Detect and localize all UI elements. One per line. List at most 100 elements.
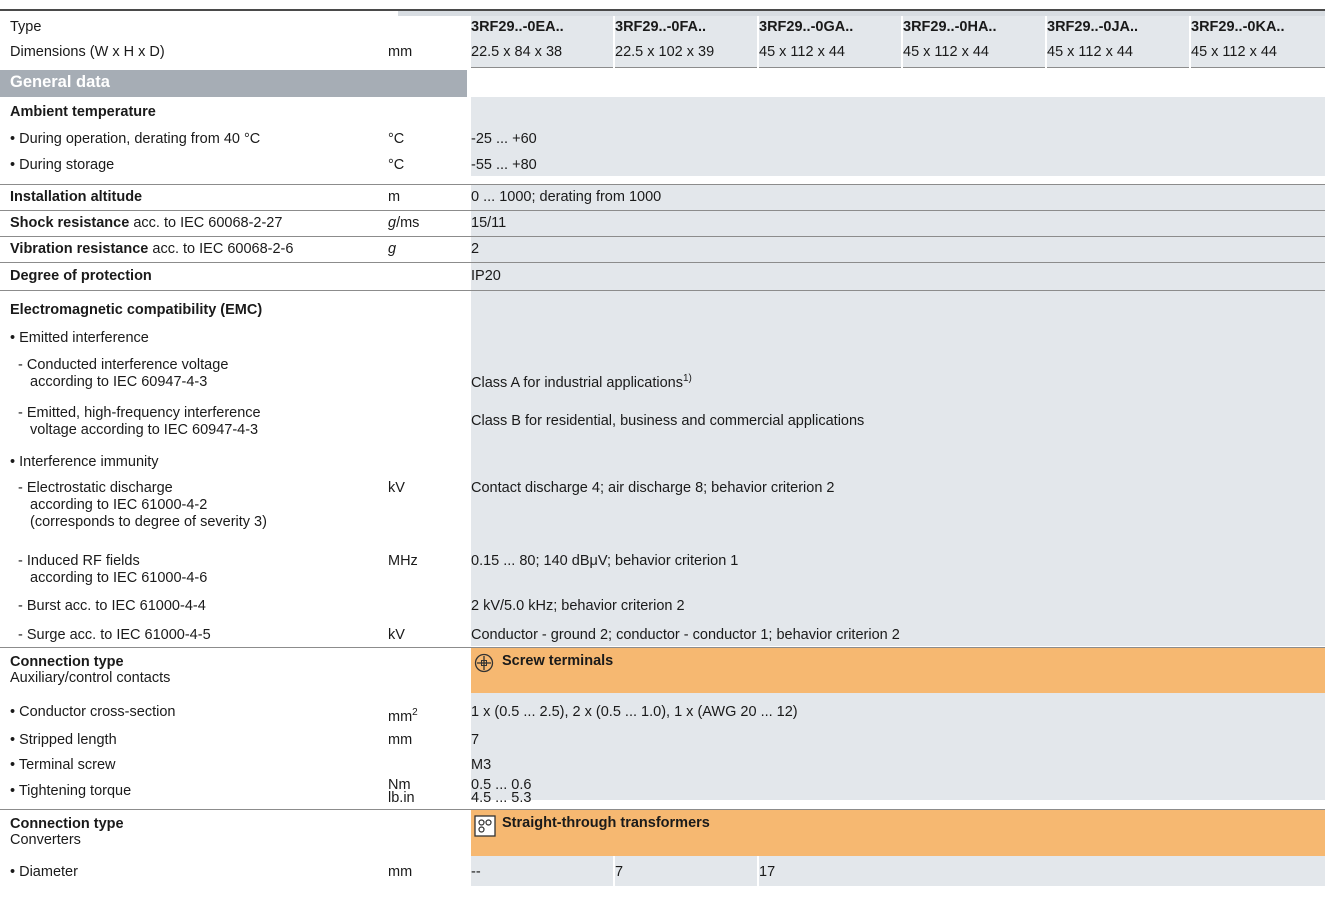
cross-section-unit: mm2 [388,704,418,726]
shock-value: 15/11 [471,215,507,231]
storage-temp-value: -55 ... +80 [471,157,537,173]
esd-label-3: (corresponds to degree of severity 3) [30,514,267,530]
diameter-unit: mm [388,864,413,880]
stripped-length-label: • Stripped length [10,732,117,748]
cross-section-unit-text: mm [388,709,413,725]
rf-label-2: according to IEC 61000-4-6 [30,570,208,586]
dimension-value: 45 x 112 x 44 [1191,44,1277,60]
protection-row: IP20 Degree of protection [0,262,1325,290]
screw-terminals-label: Screw terminals [502,653,614,669]
torque-unit-lbin: lb.in [388,790,415,806]
transformers-banner: Straight-through transformers [471,810,1325,856]
cross-section-label: • Conductor cross-section [10,704,176,720]
dimension-value: 45 x 112 x 44 [903,44,989,60]
ambient-temperature-title: Ambient temperature [10,104,156,120]
type-name: 3RF29..-0HA.. [903,19,997,35]
footnote-marker: 1) [682,373,692,384]
dimensions-unit: mm [388,44,413,60]
altitude-unit: m [388,189,401,205]
vibration-label: Vibration resistance acc. to IEC 60068-2… [10,241,293,258]
shock-unit-rest: /ms [396,215,420,231]
transformers-label: Straight-through transformers [502,815,710,831]
rf-value: 0.15 ... 80; 140 dBμV; behavior criterio… [471,553,739,569]
esd-label-2: according to IEC 61000-4-2 [30,497,208,513]
vibration-label-rest: acc. to IEC 60068-2-6 [148,241,294,257]
protection-label: Degree of protection [10,268,152,284]
burst-value: 2 kV/5.0 kHz; behavior criterion 2 [471,598,685,614]
emc-title: Electromagnetic compatibility (EMC) [10,302,263,318]
conducted-label-2: according to IEC 60947-4-3 [30,374,208,390]
diameter-row: • Diameter mm -- 7 17 [0,856,1325,886]
straight-through-transformer-icon [474,815,496,841]
type-name: 3RF29..-0JA.. [1047,19,1139,35]
stripped-length-unit: mm [388,732,413,748]
connection-type-transformer-row: Straight-through transformers Connection… [0,809,1325,856]
rf-label-1: - Induced RF fields [18,553,140,569]
protection-value: IP20 [471,268,501,284]
torque-value-lbin: 4.5 ... 5.3 [471,790,532,806]
type-label: Type [10,19,42,35]
ambient-temperature-block: -25 ... +60 -55 ... +80 Ambient temperat… [0,97,1325,176]
vibration-row: 2 Vibration resistance acc. to IEC 60068… [0,236,1325,262]
altitude-value: 0 ... 1000; derating from 1000 [471,189,662,205]
conducted-label-1: - Conducted interference voltage [18,357,229,373]
dimensions-label: Dimensions (W x H x D) [10,44,165,60]
conducted-value-text: Class A for industrial applications [471,375,683,391]
type-name: 3RF29..-0GA.. [759,19,854,35]
dimension-value: 45 x 112 x 44 [759,44,845,60]
screw-terminal-icon [474,653,494,677]
cross-section-unit-sup: 2 [412,707,418,718]
emitted-label: • Emitted interference [10,330,149,346]
terminal-screw-label: • Terminal screw [10,757,116,773]
altitude-row: 0 ... 1000; derating from 1000 Installat… [0,184,1325,210]
rf-unit: MHz [388,553,418,569]
type-name: 3RF29..-0KA.. [1191,19,1285,35]
vibration-unit: g [388,241,397,257]
conducted-value: Class A for industrial applications1) [471,370,692,392]
connection-type-title: Connection type [10,654,124,670]
operation-temp-value: -25 ... +60 [471,131,537,147]
operation-temp-label: • During operation, derating from 40 °C [10,131,261,147]
shock-row: 15/11 Shock resistance acc. to IEC 60068… [0,210,1325,236]
dimensions-row: Dimensions (W x H x D) mm 22.5 x 84 x 38… [0,40,1325,68]
shock-label: Shock resistance acc. to IEC 60068-2-27 [10,215,282,232]
surge-value: Conductor - ground 2; conductor - conduc… [471,627,900,643]
hf-value: Class B for residential, business and co… [471,413,865,429]
surge-label: - Surge acc. to IEC 61000-4-5 [18,627,211,643]
esd-label-1: - Electrostatic discharge [18,480,173,496]
torque-label: • Tightening torque [10,783,132,799]
section-title: General data [10,73,110,91]
diameter-value: 7 [615,864,624,880]
shock-label-rest: acc. to IEC 60068-2-27 [129,215,283,231]
storage-temp-label: • During storage [10,157,115,173]
altitude-label: Installation altitude [10,189,143,205]
immunity-label: • Interference immunity [10,454,159,470]
cross-section-value: 1 x (0.5 ... 2.5), 2 x (0.5 ... 1.0), 1 … [471,704,798,720]
emc-block: Class A for industrial applications1) Cl… [0,290,1325,646]
vibration-label-bold: Vibration resistance [10,241,149,257]
hf-label-1: - Emitted, high-frequency interference [18,405,261,421]
technical-data-sheet: Type 3RF29..-0EA.. 3RF29..-0FA.. 3RF29..… [0,0,1325,907]
esd-value: Contact discharge 4; air discharge 8; be… [471,480,835,496]
shock-unit: g/ms [388,215,419,232]
screw-terminals-banner: Screw terminals [471,648,1325,693]
section-heading: General data [0,70,467,97]
dimension-value: 45 x 112 x 44 [1047,44,1133,60]
dimension-value: 22.5 x 84 x 38 [471,44,563,60]
shock-unit-g: g [388,215,397,231]
operation-temp-unit: °C [388,131,405,147]
surge-unit: kV [388,627,405,643]
stripped-length-value: 7 [471,732,480,748]
terminal-screw-value: M3 [471,757,492,773]
connection-type-subtitle: Auxiliary/control contacts [10,670,171,686]
connection-type-title: Connection type [10,816,124,832]
diameter-value: -- [471,864,481,880]
type-row: Type 3RF29..-0EA.. 3RF29..-0FA.. 3RF29..… [0,16,1325,40]
type-name: 3RF29..-0EA.. [471,19,564,35]
connection-type-subtitle: Converters [10,832,81,848]
hf-label-2: voltage according to IEC 60947-4-3 [30,422,259,438]
diameter-label: • Diameter [10,864,78,880]
type-name: 3RF29..-0FA.. [615,19,707,35]
screw-terminal-details: 1 x (0.5 ... 2.5), 2 x (0.5 ... 1.0), 1 … [0,693,1325,806]
burst-label: - Burst acc. to IEC 61000-4-4 [18,598,206,614]
